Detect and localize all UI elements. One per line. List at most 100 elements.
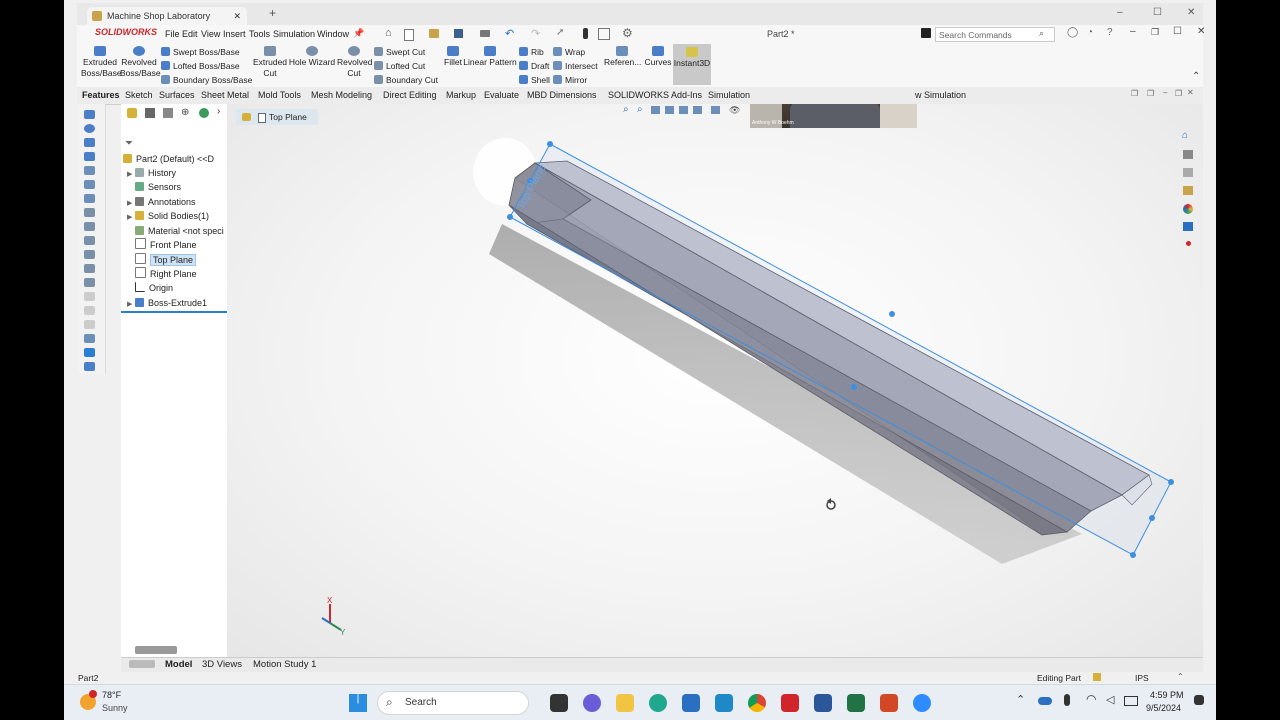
store-icon[interactable] <box>682 694 700 712</box>
tree-item-boss-extrude1[interactable]: ▶ Boss-Extrude1 <box>127 296 207 310</box>
swept-boss-button[interactable]: Swept Boss/Base <box>161 47 240 57</box>
solidworks-taskbar-icon[interactable] <box>781 694 799 712</box>
tree-item-material[interactable]: Material <not speci <box>127 224 224 238</box>
revolve-tool-icon[interactable] <box>84 124 95 133</box>
dimxpert-tab-icon[interactable]: ⊕ <box>181 107 189 118</box>
clock-date[interactable]: 9/5/2024 <box>1146 703 1181 713</box>
tree-item-solid-bodies[interactable]: ▶ Solid Bodies(1) <box>127 209 209 223</box>
sweep-cut-tool-icon[interactable] <box>84 194 95 203</box>
tree-item-history[interactable]: ▶ History <box>127 166 176 180</box>
model-view[interactable]: Top Plane X Y <box>227 104 1203 659</box>
tab-sheet-metal[interactable]: Sheet Metal <box>201 90 249 100</box>
wifi-icon[interactable]: ◠ <box>1086 692 1096 706</box>
tab-motion-study[interactable]: Motion Study 1 <box>253 659 316 670</box>
hole-wizard-button[interactable]: Hole Wizard <box>288 46 336 68</box>
tab-mbd-dimensions[interactable]: MBD Dimensions <box>527 90 597 100</box>
extrude-tool-icon[interactable] <box>84 110 95 119</box>
task-pane-properties-icon[interactable] <box>1183 222 1193 231</box>
tab-flow-simulation[interactable]: w Simulation <box>915 90 966 100</box>
viewport-min-icon[interactable]: – <box>1163 88 1167 97</box>
task-pane-library-icon[interactable] <box>1183 168 1193 177</box>
chat-icon[interactable] <box>583 694 601 712</box>
tab-features[interactable]: Features <box>82 90 120 100</box>
task-pane-explorer-icon[interactable] <box>1183 186 1193 195</box>
viewport-restore-icon[interactable]: ❐ <box>1131 89 1138 98</box>
task-pane-record-icon[interactable] <box>1186 241 1191 246</box>
viewport-max-icon[interactable]: ❐ <box>1175 89 1182 98</box>
rebuild-icon[interactable] <box>583 28 588 39</box>
viewport-close-icon[interactable]: ✕ <box>1187 88 1194 97</box>
user-icon[interactable]: ◯ <box>1067 27 1078 38</box>
menu-tools[interactable]: Tools <box>249 29 270 39</box>
mirror-tool-icon[interactable] <box>84 278 95 287</box>
expand-arrow-icon[interactable]: ▶ <box>127 211 135 225</box>
tab-3d-views[interactable]: 3D Views <box>202 659 242 670</box>
tree-item-right-plane[interactable]: Right Plane <box>127 267 197 281</box>
rib-button[interactable]: Rib <box>519 47 544 57</box>
show-hidden-icons[interactable]: ⌃ <box>1016 693 1025 706</box>
more-tabs-icon[interactable]: › <box>217 106 220 117</box>
tab-direct-editing[interactable]: Direct Editing <box>383 90 437 100</box>
viewport-tile-icon[interactable]: ❐ <box>1147 89 1154 98</box>
app-restore-icon[interactable]: ❐ <box>1151 27 1159 38</box>
feature-tree-tab-icon[interactable] <box>127 108 137 118</box>
tree-item-annotations[interactable]: ▶ Annotations <box>127 195 196 209</box>
pin-icon[interactable]: 📌 <box>353 28 364 39</box>
redo-icon[interactable]: ↷ <box>531 27 540 40</box>
boundary-cut-button[interactable]: Boundary Cut <box>374 75 438 85</box>
word-icon[interactable] <box>814 694 832 712</box>
microphone-icon[interactable] <box>1064 694 1070 706</box>
tab-evaluate[interactable]: Evaluate <box>484 90 519 100</box>
help-icon[interactable]: ? <box>1107 27 1113 38</box>
clock-time[interactable]: 4:59 PM <box>1150 690 1184 700</box>
collapse-ribbon-icon[interactable]: ⌃ <box>1192 71 1200 82</box>
volume-icon[interactable]: ◁ <box>1106 693 1114 706</box>
tab-markup[interactable]: Markup <box>446 90 476 100</box>
tab-simulation[interactable]: Simulation <box>708 90 750 100</box>
loft-tool-icon[interactable] <box>84 152 95 161</box>
fillet-button[interactable]: Fillet <box>441 46 465 68</box>
app-close-icon[interactable]: ✕ <box>1197 26 1205 37</box>
tab-mold-tools[interactable]: Mold Tools <box>258 90 301 100</box>
minimize-button[interactable]: – <box>1117 7 1123 18</box>
maximize-button[interactable]: ☐ <box>1153 7 1162 18</box>
shell-button[interactable]: Shell <box>519 75 550 85</box>
weather-temp[interactable]: 78°F <box>102 690 121 700</box>
tab-scroll-arrows-icon[interactable] <box>129 660 155 668</box>
display-manager-tab-icon[interactable] <box>199 108 209 118</box>
property-manager-tab-icon[interactable] <box>145 108 155 118</box>
tab-mesh-modeling[interactable]: Mesh Modeling <box>311 90 372 100</box>
zoom-icon[interactable] <box>913 694 931 712</box>
lofted-cut-button[interactable]: Lofted Cut <box>374 61 425 71</box>
tree-item-front-plane[interactable]: Front Plane <box>127 238 197 252</box>
menu-insert[interactable]: Insert <box>223 29 246 39</box>
revolved-cut-button[interactable]: Revolved Cut <box>337 46 372 79</box>
weather-condition[interactable]: Sunny <box>102 703 128 713</box>
save-icon[interactable] <box>454 29 463 38</box>
app-maximize-icon[interactable]: ☐ <box>1173 26 1182 37</box>
pattern-tool-icon[interactable] <box>84 236 95 245</box>
close-window-button[interactable]: ✕ <box>1187 7 1195 18</box>
rollback-bar[interactable] <box>121 311 227 313</box>
top-plane-outline[interactable] <box>507 141 1174 558</box>
status-units-menu-icon[interactable]: ⌃ <box>1177 672 1184 681</box>
draft-button[interactable]: Draft <box>519 61 549 71</box>
new-document-icon[interactable] <box>404 29 414 41</box>
filter-icon[interactable]: ⏷ <box>125 138 133 149</box>
wrap-tool-icon[interactable] <box>84 306 95 315</box>
menu-edit[interactable]: Edit <box>182 29 198 39</box>
plane-tool-icon[interactable] <box>84 334 95 343</box>
options-gear-icon[interactable]: ⚙ <box>622 26 633 40</box>
config-manager-tab-icon[interactable] <box>163 108 173 118</box>
new-tab-button[interactable]: + <box>269 6 276 20</box>
intersect-button[interactable]: Intersect <box>553 61 598 71</box>
calculator-icon[interactable] <box>715 694 733 712</box>
task-view-icon[interactable] <box>550 694 568 712</box>
chamfer-tool-icon[interactable] <box>84 222 95 231</box>
browser-tab[interactable]: Machine Shop Laboratory ✕ <box>87 7 247 25</box>
wrap-button[interactable]: Wrap <box>553 47 585 57</box>
curves-button[interactable]: Curves <box>643 46 673 68</box>
file-explorer-icon[interactable] <box>616 694 634 712</box>
taskbar-search-box[interactable]: ⌕ Search <box>377 691 529 715</box>
menu-view[interactable]: View <box>201 29 220 39</box>
